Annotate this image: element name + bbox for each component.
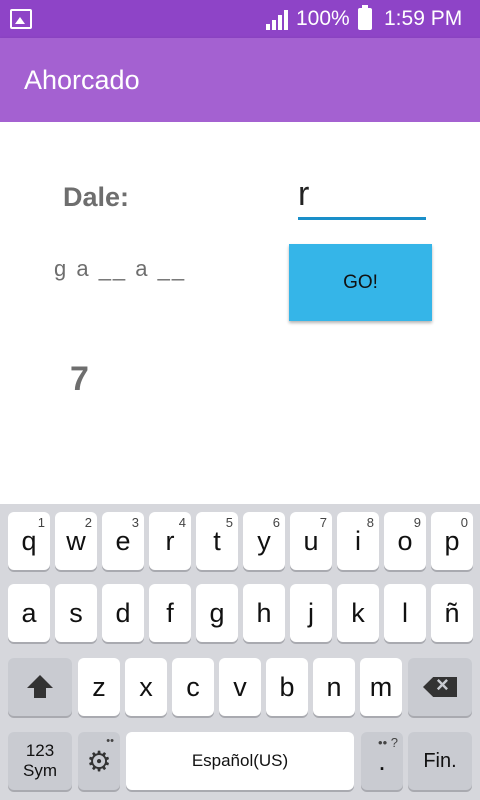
battery-icon — [358, 5, 372, 30]
key-i[interactable]: 8i — [337, 512, 379, 570]
key-r[interactable]: 4r — [149, 512, 191, 570]
key-e[interactable]: 3e — [102, 512, 144, 570]
gallery-icon — [10, 9, 32, 29]
done-key[interactable]: Fin. — [408, 732, 472, 790]
key-d[interactable]: d — [102, 584, 144, 642]
key-c[interactable]: c — [172, 658, 214, 716]
key-x[interactable]: x — [125, 658, 167, 716]
battery-percent: 100% — [296, 7, 350, 30]
mic-icon: •• — [106, 735, 114, 747]
key-t[interactable]: 5t — [196, 512, 238, 570]
key-n[interactable]: n — [313, 658, 355, 716]
prompt-label: Dale: — [63, 182, 130, 212]
shift-arrow-icon — [27, 674, 53, 698]
space-bar[interactable]: Español(US) — [126, 732, 354, 790]
key-b[interactable]: b — [266, 658, 308, 716]
key-f[interactable]: f — [149, 584, 191, 642]
key-w[interactable]: 2w — [55, 512, 97, 570]
letter-input[interactable] — [298, 172, 426, 220]
shift-key[interactable] — [8, 658, 72, 716]
key-z[interactable]: z — [78, 658, 120, 716]
go-button[interactable]: GO! — [289, 244, 432, 321]
app-title: Ahorcado — [24, 65, 140, 95]
backspace-icon — [423, 677, 457, 697]
word-display: g a __ a __ — [54, 256, 187, 281]
key-o[interactable]: 9o — [384, 512, 426, 570]
symbols-key[interactable]: 123 Sym — [8, 732, 72, 790]
key-k[interactable]: k — [337, 584, 379, 642]
key-l[interactable]: l — [384, 584, 426, 642]
key-p[interactable]: 0p — [431, 512, 473, 570]
key-u[interactable]: 7u — [290, 512, 332, 570]
key-s[interactable]: s — [55, 584, 97, 642]
key-h[interactable]: h — [243, 584, 285, 642]
key-q[interactable]: 1q — [8, 512, 50, 570]
key-j[interactable]: j — [290, 584, 332, 642]
keyboard: 1q 2w 3e 4r 5t 6y 7u 8i 9o 0p a s d f g … — [0, 504, 480, 800]
key-n-tilde[interactable]: ñ — [431, 584, 473, 642]
key-y[interactable]: 6y — [243, 512, 285, 570]
key-m[interactable]: m — [360, 658, 402, 716]
period-key[interactable]: •• ? . — [361, 732, 403, 790]
signal-icon — [266, 10, 288, 30]
app-bar: Ahorcado — [0, 38, 480, 122]
settings-key[interactable]: ⚙ •• — [78, 732, 120, 790]
key-a[interactable]: a — [8, 584, 50, 642]
status-bar: 100% 1:59 PM — [0, 0, 480, 38]
gear-icon: ⚙ — [86, 745, 112, 777]
key-g[interactable]: g — [196, 584, 238, 642]
game-area: Dale: g a __ a __ GO! 7 — [0, 122, 480, 504]
backspace-key[interactable] — [408, 658, 472, 716]
key-v[interactable]: v — [219, 658, 261, 716]
attempts-counter: 7 — [70, 360, 89, 398]
clock: 1:59 PM — [384, 7, 463, 30]
